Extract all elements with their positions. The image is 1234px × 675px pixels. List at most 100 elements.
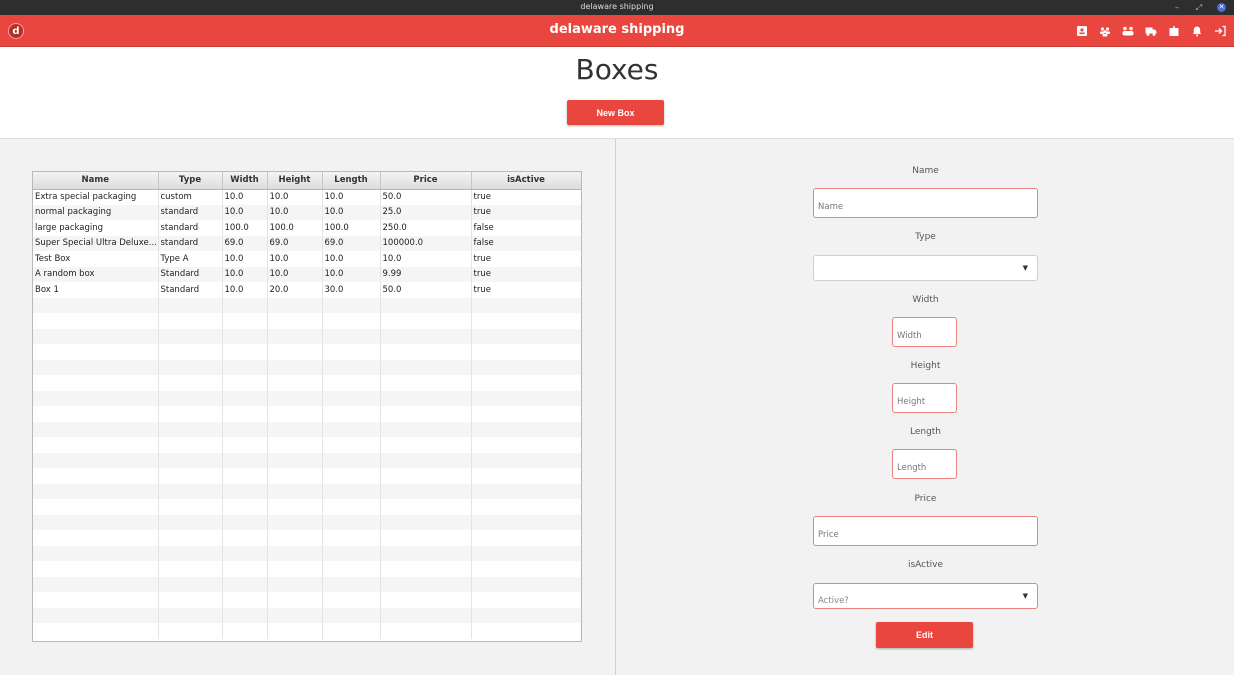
empty-cell (471, 297, 581, 313)
contacts-icon[interactable] (1076, 25, 1088, 37)
cell-isactive: false (471, 235, 581, 251)
boxes-table-panel: Name Type Width Height Length Price isAc… (0, 139, 616, 675)
length-field[interactable]: Length (892, 449, 957, 479)
width-field[interactable]: Width (892, 317, 957, 347)
empty-cell (267, 313, 323, 329)
empty-cell (158, 390, 223, 406)
cell-width: 10.0 (222, 282, 268, 298)
cell-isactive: true (471, 266, 581, 282)
empty-cell (158, 468, 223, 484)
empty-cell (158, 452, 223, 468)
empty-cell (322, 344, 381, 360)
empty-cell (222, 468, 268, 484)
empty-cell (471, 406, 581, 422)
header-nav (1076, 15, 1226, 47)
empty-table-row (33, 545, 581, 561)
group-icon[interactable] (1122, 25, 1134, 37)
height-field[interactable]: Height (892, 383, 957, 413)
type-select[interactable]: ▼ (813, 255, 1038, 281)
empty-cell (322, 359, 381, 375)
empty-cell (33, 359, 159, 375)
cell-height: 10.0 (267, 266, 323, 282)
empty-cell (33, 561, 159, 577)
cell-height: 10.0 (267, 204, 323, 220)
empty-cell (158, 514, 223, 530)
empty-cell (322, 313, 381, 329)
cell-length: 30.0 (322, 282, 381, 298)
users-icon[interactable] (1099, 25, 1111, 37)
empty-cell (267, 468, 323, 484)
empty-cell (471, 328, 581, 344)
box-icon[interactable] (1168, 25, 1180, 37)
table-row[interactable]: Super Special Ultra Deluxe... standard 6… (33, 235, 581, 251)
empty-table-row (33, 328, 581, 344)
table-row[interactable]: normal packaging standard 10.0 10.0 10.0… (33, 204, 581, 220)
empty-cell (222, 421, 268, 437)
app-title: delaware shipping (549, 22, 685, 37)
empty-cell (471, 514, 581, 530)
table-row[interactable]: large packaging standard 100.0 100.0 100… (33, 220, 581, 236)
empty-table-row (33, 452, 581, 468)
table-row[interactable]: Test Box Type A 10.0 10.0 10.0 10.0 true (33, 251, 581, 267)
column-header-isactive[interactable]: isActive (471, 172, 581, 190)
empty-cell (33, 406, 159, 422)
column-header-name[interactable]: Name (33, 172, 159, 190)
bell-icon[interactable] (1191, 25, 1203, 37)
empty-cell (33, 607, 159, 623)
app-logo[interactable]: d (8, 23, 24, 39)
logout-icon[interactable] (1214, 25, 1226, 37)
empty-cell (33, 390, 159, 406)
maximize-icon[interactable]: ⤢ (1195, 3, 1203, 12)
table-row[interactable]: Box 1 Standard 10.0 20.0 30.0 50.0 true (33, 282, 581, 298)
price-label: Price (914, 494, 937, 504)
cell-type: standard (158, 220, 223, 236)
app-header: d delaware shipping (0, 15, 1234, 47)
isactive-select-placeholder: Active? (818, 596, 849, 606)
empty-cell (222, 576, 268, 592)
empty-cell (471, 359, 581, 375)
empty-cell (158, 359, 223, 375)
empty-cell (322, 607, 381, 623)
empty-cell (267, 375, 323, 391)
new-box-button[interactable]: New Box (567, 100, 664, 125)
cell-type: standard (158, 235, 223, 251)
close-icon[interactable]: ✕ (1217, 3, 1226, 12)
column-header-width[interactable]: Width (222, 172, 268, 190)
table-row[interactable]: Extra special packaging custom 10.0 10.0… (33, 189, 581, 205)
empty-cell (267, 530, 323, 546)
empty-table-row (33, 359, 581, 375)
column-header-price[interactable]: Price (380, 172, 472, 190)
type-label: Type (915, 232, 936, 242)
table-row[interactable]: A random box Standard 10.0 10.0 10.0 9.9… (33, 266, 581, 282)
box-edit-form: Name Name Type ▼ Width Width Height Heig… (617, 139, 1234, 675)
edit-button[interactable]: Edit (876, 622, 973, 648)
isactive-select[interactable]: Active? ▼ (813, 583, 1038, 609)
minimize-icon[interactable]: – (1173, 3, 1181, 12)
cell-length: 10.0 (322, 266, 381, 282)
boxes-table[interactable]: Name Type Width Height Length Price isAc… (32, 171, 582, 642)
column-header-length[interactable]: Length (322, 172, 381, 190)
column-header-height[interactable]: Height (267, 172, 323, 190)
empty-cell (222, 406, 268, 422)
empty-cell (267, 297, 323, 313)
empty-table-row (33, 576, 581, 592)
empty-cell (380, 452, 472, 468)
empty-cell (158, 328, 223, 344)
empty-cell (471, 623, 581, 639)
name-field[interactable]: Name (813, 188, 1038, 218)
empty-cell (322, 576, 381, 592)
column-header-type[interactable]: Type (158, 172, 223, 190)
empty-cell (33, 452, 159, 468)
title-area: Boxes New Box (0, 47, 1234, 139)
empty-cell (322, 406, 381, 422)
window-title-bar: delaware shipping – ⤢ ✕ (0, 0, 1234, 15)
price-field[interactable]: Price (813, 516, 1038, 546)
empty-cell (322, 483, 381, 499)
truck-icon[interactable] (1145, 25, 1157, 37)
empty-cell (322, 328, 381, 344)
empty-cell (380, 437, 472, 453)
empty-cell (158, 421, 223, 437)
cell-width: 69.0 (222, 235, 268, 251)
empty-cell (267, 437, 323, 453)
cell-price: 10.0 (380, 251, 472, 267)
